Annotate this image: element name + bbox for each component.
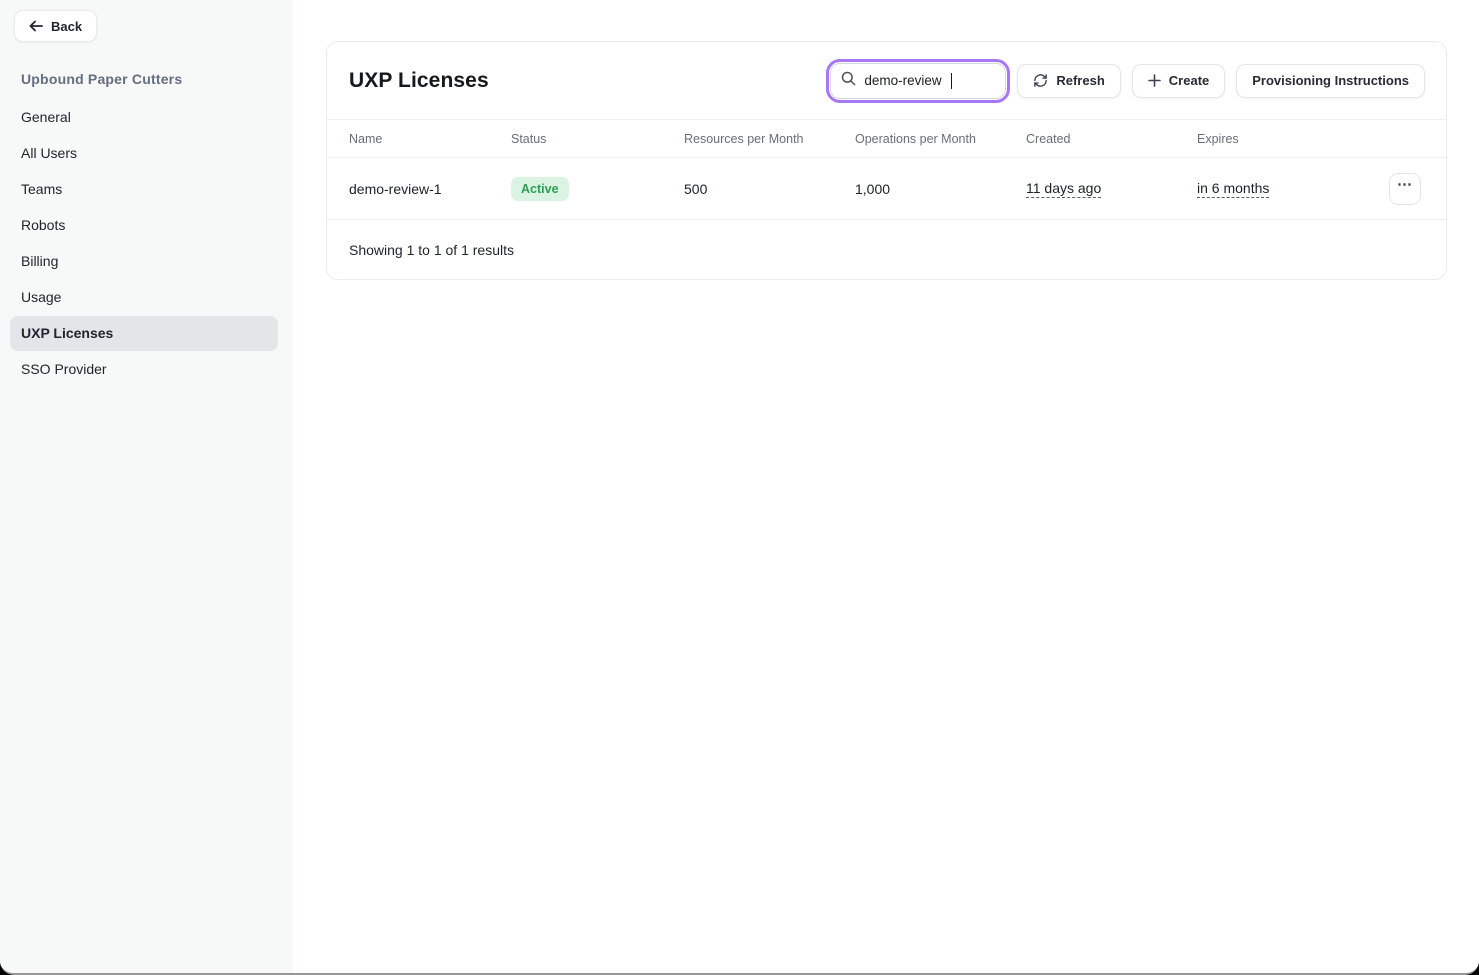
- back-button[interactable]: Back: [14, 10, 97, 42]
- resources-per-month-value: 500: [684, 181, 855, 197]
- plus-icon: [1148, 74, 1161, 87]
- column-header-operations: Operations per Month: [855, 132, 1026, 146]
- sidebar-item-usage[interactable]: Usage: [10, 280, 278, 315]
- sidebar-item-all-users[interactable]: All Users: [10, 136, 278, 171]
- operations-per-month-value: 1,000: [855, 181, 1026, 197]
- column-header-created: Created: [1026, 132, 1197, 146]
- search-icon: [841, 71, 856, 91]
- organization-name: Upbound Paper Cutters: [21, 71, 293, 87]
- column-header-status: Status: [511, 132, 684, 146]
- arrow-left-icon: [29, 20, 43, 32]
- created-value: 11 days ago: [1026, 180, 1101, 198]
- row-actions-button[interactable]: ⋯: [1389, 173, 1421, 205]
- uxp-licenses-card: UXP Licenses demo-review: [326, 41, 1447, 280]
- sidebar-item-teams[interactable]: Teams: [10, 172, 278, 207]
- text-caret: [951, 73, 953, 89]
- sidebar-item-general[interactable]: General: [10, 100, 278, 135]
- sidebar-item-robots[interactable]: Robots: [10, 208, 278, 243]
- provisioning-instructions-button[interactable]: Provisioning Instructions: [1236, 64, 1425, 98]
- refresh-button[interactable]: Refresh: [1017, 64, 1120, 98]
- sidebar-item-sso-provider[interactable]: SSO Provider: [10, 352, 278, 387]
- create-button[interactable]: Create: [1132, 64, 1225, 98]
- search-input-value: demo-review: [864, 73, 941, 88]
- column-header-name: Name: [349, 132, 511, 146]
- provisioning-instructions-label: Provisioning Instructions: [1252, 73, 1409, 88]
- toolbar: demo-review Refresh: [830, 63, 1425, 99]
- column-header-expires: Expires: [1197, 132, 1389, 146]
- settings-sidebar: Back Upbound Paper Cutters General All U…: [0, 0, 293, 973]
- refresh-icon: [1033, 73, 1048, 88]
- license-name: demo-review-1: [349, 181, 511, 197]
- search-input[interactable]: demo-review: [830, 63, 1006, 99]
- main-content: UXP Licenses demo-review: [293, 0, 1479, 973]
- status-badge: Active: [511, 177, 569, 201]
- column-header-resources: Resources per Month: [684, 132, 855, 146]
- card-header: UXP Licenses demo-review: [327, 42, 1446, 119]
- table-header-row: Name Status Resources per Month Operatio…: [327, 119, 1446, 157]
- refresh-button-label: Refresh: [1056, 73, 1104, 88]
- page-title: UXP Licenses: [349, 69, 489, 93]
- app-window: Back Upbound Paper Cutters General All U…: [0, 0, 1479, 975]
- create-button-label: Create: [1169, 73, 1209, 88]
- sidebar-nav: General All Users Teams Robots Billing U…: [10, 100, 278, 387]
- table-row: demo-review-1 Active 500 1,000 11 days a…: [327, 157, 1446, 219]
- back-button-label: Back: [51, 19, 82, 34]
- expires-value: in 6 months: [1197, 180, 1269, 198]
- sidebar-item-uxp-licenses[interactable]: UXP Licenses: [10, 316, 278, 351]
- results-summary: Showing 1 to 1 of 1 results: [327, 219, 1446, 279]
- sidebar-item-billing[interactable]: Billing: [10, 244, 278, 279]
